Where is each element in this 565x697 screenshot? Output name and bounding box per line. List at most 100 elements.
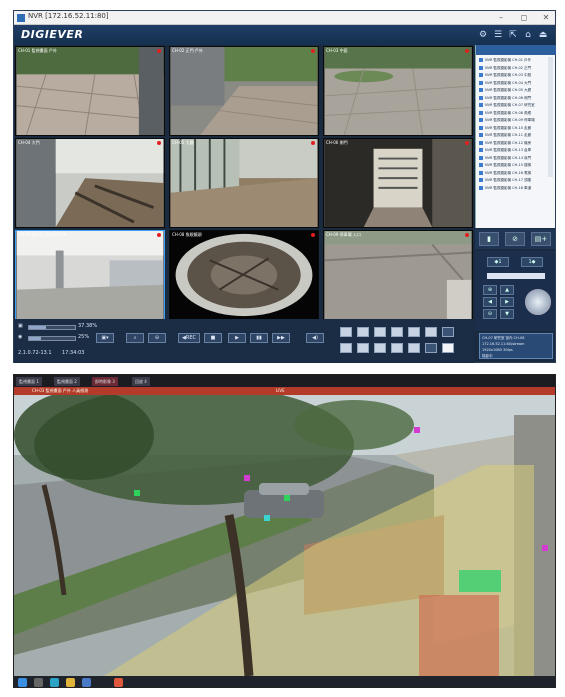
zoom-button[interactable]: ⊖ [148,333,166,343]
search-icon[interactable] [34,678,43,687]
device-list-item[interactable]: NVR 監視攝影機 CH-04 大門 [479,80,545,88]
record-indicator [157,49,161,53]
camera-tile[interactable]: CH-02 正門 戶外 [169,46,319,136]
live-tab-active[interactable]: 即時影像 3 [92,377,118,386]
export-icon[interactable]: ⇱ [507,29,519,41]
device-list-label: NVR 監視攝影機 CH-17 頂樓 [485,178,532,182]
camera-info-box: CH-07 研究室 室內 CH-08 172.16.52.11:80/strea… [479,333,553,359]
list-icon[interactable]: ☰ [492,29,504,41]
layout-custom-button[interactable] [442,327,454,337]
minimize-button[interactable]: – [494,11,508,24]
info-line: 錄影中 [482,354,493,358]
device-list-label: NVR 監視攝影機 CH-14 後門 [485,155,532,160]
record-button[interactable]: ◀REC [178,333,200,343]
camera-tile[interactable]: CH-08 魚眼鏡頭 [169,230,319,320]
layout-5x5-button[interactable] [408,327,420,337]
layout-1p7-button[interactable] [357,343,369,353]
layout-4x4-button[interactable] [391,327,403,337]
live-tab[interactable]: 監視畫面 2 [54,377,80,386]
camera-tile[interactable]: CH-06 側門 [323,138,473,228]
layout-1p9-button[interactable] [374,343,386,353]
layout-select-button[interactable]: ▣▾ [96,333,114,343]
record-indicator [311,49,315,53]
fullscreen-button[interactable] [442,343,454,353]
camera-tile[interactable]: CH-01 監視畫面 戶外 [15,46,165,136]
device-list-item[interactable]: NVR 監視攝影機 CH-03 中庭 [479,73,545,80]
camera-tile[interactable]: CH-03 中庭 [323,46,473,136]
camera-tile[interactable]: CH-04 大門 [15,138,165,228]
audio-button[interactable]: ◀) [306,333,324,343]
layout-2x2-button[interactable] [357,327,369,337]
layout-1p12-button[interactable] [391,343,403,353]
close-button[interactable]: ✕ [539,11,553,24]
preset-input[interactable] [487,273,545,279]
window-titlebar: NVR [172.16.52.11:80] – ◻ ✕ [14,11,555,25]
add-group-button[interactable]: ▤+ [531,232,551,246]
camera-label: CH-01 監視畫面 戶外 [18,48,57,53]
layout-1p5-button[interactable] [340,343,352,353]
layout-6x6-button[interactable] [425,327,437,337]
device-list-scrollbar[interactable] [548,57,553,177]
device-list-item[interactable]: NVR 監視攝影機 CH-08 魚眼 [479,110,545,118]
camera-tile[interactable]: CH-05 大廳 [169,138,319,228]
device-list-item[interactable]: NVR 監視攝影機 CH-11 走廊 [479,133,545,140]
live-tab[interactable]: 回放 4 [132,377,150,386]
ptz-up-button[interactable]: ▲ [500,285,514,295]
device-list-item[interactable]: NVR 監視攝影機 CH-15 樓梯 [479,163,545,170]
logout-icon[interactable]: ⏏ [537,29,549,41]
device-list-item[interactable]: NVR 監視攝影機 CH-06 側門 [479,95,545,103]
play-button[interactable]: ▶ [228,333,246,343]
preset-prev-button[interactable]: ◆1 [487,257,509,267]
camera-icon [479,125,483,130]
folder-icon[interactable] [66,678,75,687]
device-list-label: NVR 監視攝影機 CH-07 研究室 [485,103,535,107]
stop-button[interactable]: ■ [204,333,222,343]
ptz-joystick[interactable] [525,289,551,315]
camera-icon [479,163,483,167]
mail-icon[interactable] [82,678,91,687]
layout-2p8-button[interactable] [408,343,420,353]
device-list-item[interactable]: NVR 監視攝影機 CH-10 走廊 [479,125,545,133]
gear-icon[interactable]: ⚙ [477,29,489,41]
camera-label: CH-05 大廳 [172,140,194,145]
windows-icon[interactable] [18,678,27,687]
device-list-item[interactable]: NVR 監視攝影機 CH-01 戶外 [479,58,545,65]
device-list-item[interactable]: NVR 監視攝影機 CH-13 倉庫 [479,148,545,155]
camera-tile[interactable]: CH-09 停車場 入口 [323,230,473,320]
layout-1x1-button[interactable] [340,327,352,337]
ram-usage-text: 25% [78,334,90,340]
device-list-item[interactable]: NVR 監視攝影機 CH-05 大廳 [479,88,545,95]
os-taskbar [14,676,555,687]
zoom-out-button[interactable]: ⊖ [483,309,497,319]
device-list-item[interactable]: NVR 監視攝影機 CH-14 後門 [479,155,545,163]
preset-next-button[interactable]: 1◆ [521,257,543,267]
device-list-item[interactable]: NVR 監視攝影機 CH-16 電梯 [479,170,545,178]
layout-sequence-button[interactable] [425,343,437,353]
search-button[interactable]: ⌕ [126,333,144,343]
device-list-item[interactable]: NVR 監視攝影機 CH-09 停車場 [479,118,545,125]
ram-usage-fill [29,337,41,340]
device-list-label: NVR 監視攝影機 CH-08 魚眼 [485,110,532,115]
live-indicator: LIVE [276,388,285,393]
camera-tile-selected[interactable]: CH-07 研究室 室內 CH-08 [15,230,165,320]
device-list-item[interactable]: NVR 監視攝影機 CH-12 機房 [479,140,545,148]
device-list-item[interactable]: NVR 監視攝影機 CH-18 車道 [479,185,545,193]
ptz-down-button[interactable]: ▼ [500,309,514,319]
fast-forward-button[interactable]: ▶▶ [272,333,290,343]
edge-icon[interactable] [50,678,59,687]
zoom-in-button[interactable]: ⊕ [483,285,497,295]
user-icon[interactable]: ⌂ [522,29,534,41]
device-list-item[interactable]: NVR 監視攝影機 CH-02 正門 [479,65,545,73]
pause-button[interactable]: ▮▮ [250,333,268,343]
live-tab[interactable]: 監視畫面 1 [16,377,42,386]
maximize-button[interactable]: ◻ [517,11,531,24]
device-action-button[interactable]: ▮ [479,232,499,246]
device-list-item[interactable]: NVR 監視攝影機 CH-07 研究室 [479,103,545,110]
disable-icon[interactable]: ⊘ [505,232,525,246]
app-icon[interactable] [114,678,123,687]
camera-feed [170,139,318,227]
ptz-left-button[interactable]: ◀ [483,297,497,307]
layout-3x3-button[interactable] [374,327,386,337]
device-list-item[interactable]: NVR 監視攝影機 CH-17 頂樓 [479,178,545,185]
ptz-right-button[interactable]: ▶ [500,297,514,307]
